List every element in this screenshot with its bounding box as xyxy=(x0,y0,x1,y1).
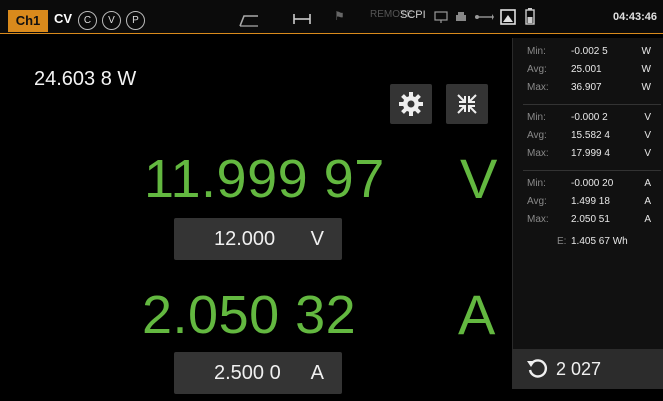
power-avg-row: Avg: 25.001 W xyxy=(527,64,651,75)
voltage-reading: 11.999 97 xyxy=(144,149,385,209)
statistics-reset-button[interactable]: 2 027 xyxy=(512,349,663,389)
settings-button[interactable] xyxy=(390,84,432,124)
statistics-panel: Min: -0.002 5 W Avg: 25.001 W Max: 36.90… xyxy=(512,38,663,377)
channel-tab[interactable]: Ch1 xyxy=(8,10,48,32)
protection-v-icon: V xyxy=(102,11,121,30)
voltage-unit: V xyxy=(460,147,498,210)
divider xyxy=(523,170,661,171)
voltage-setpoint-value: 12.000 xyxy=(214,228,276,250)
voltage-setpoint-field[interactable]: 12.000 V xyxy=(174,218,342,260)
voltage-min-row: Min: -0.000 2 V xyxy=(527,112,651,123)
current-setpoint-unit: A xyxy=(310,362,324,384)
collapse-icon xyxy=(457,94,477,114)
printer-icon xyxy=(456,12,466,21)
energy-row: E: 1.405 67 Wh xyxy=(557,236,628,247)
scpi-indicator: SCPI xyxy=(400,9,426,21)
voltage-avg-row: Avg: 15.582 4 V xyxy=(527,130,651,141)
statistics-count: 2 027 xyxy=(556,358,602,379)
collapse-view-button[interactable] xyxy=(446,84,488,124)
voltage-setpoint-unit: V xyxy=(310,228,324,250)
gear-icon xyxy=(399,92,423,116)
protection-p-icon: P xyxy=(126,11,145,30)
trigger-icon: ⚑ xyxy=(334,9,345,23)
power-reading: 24.603 8 W xyxy=(34,68,137,90)
power-max-row: Max: 36.907 W xyxy=(527,82,651,93)
protection-c-icon: C xyxy=(78,11,97,30)
current-reading: 2.050 32 xyxy=(142,285,357,345)
current-avg-row: Avg: 1.499 18 A xyxy=(527,196,651,207)
display-icon xyxy=(500,9,516,25)
reset-icon xyxy=(527,359,547,378)
usb-icon xyxy=(475,14,494,20)
current-setpoint-field[interactable]: 2.500 0 A xyxy=(174,352,342,394)
link-icon xyxy=(293,14,311,24)
voltage-max-row: Max: 17.999 4 V xyxy=(527,148,651,159)
status-bar: Ch1 CV C V P ⚑ REMOTE SCPI 04:43:46 xyxy=(0,0,663,34)
power-min-row: Min: -0.002 5 W xyxy=(527,46,651,57)
divider xyxy=(523,104,661,105)
battery-icon xyxy=(525,8,535,25)
network-icon xyxy=(434,11,448,23)
mode-indicator: CV xyxy=(54,11,73,26)
ramp-icon xyxy=(239,15,258,27)
current-min-row: Min: -0.000 20 A xyxy=(527,178,651,189)
current-max-row: Max: 2.050 51 A xyxy=(527,214,651,225)
current-setpoint-value: 2.500 0 xyxy=(214,362,281,384)
clock: 04:43:46 xyxy=(612,11,657,23)
current-unit: A xyxy=(458,283,496,346)
